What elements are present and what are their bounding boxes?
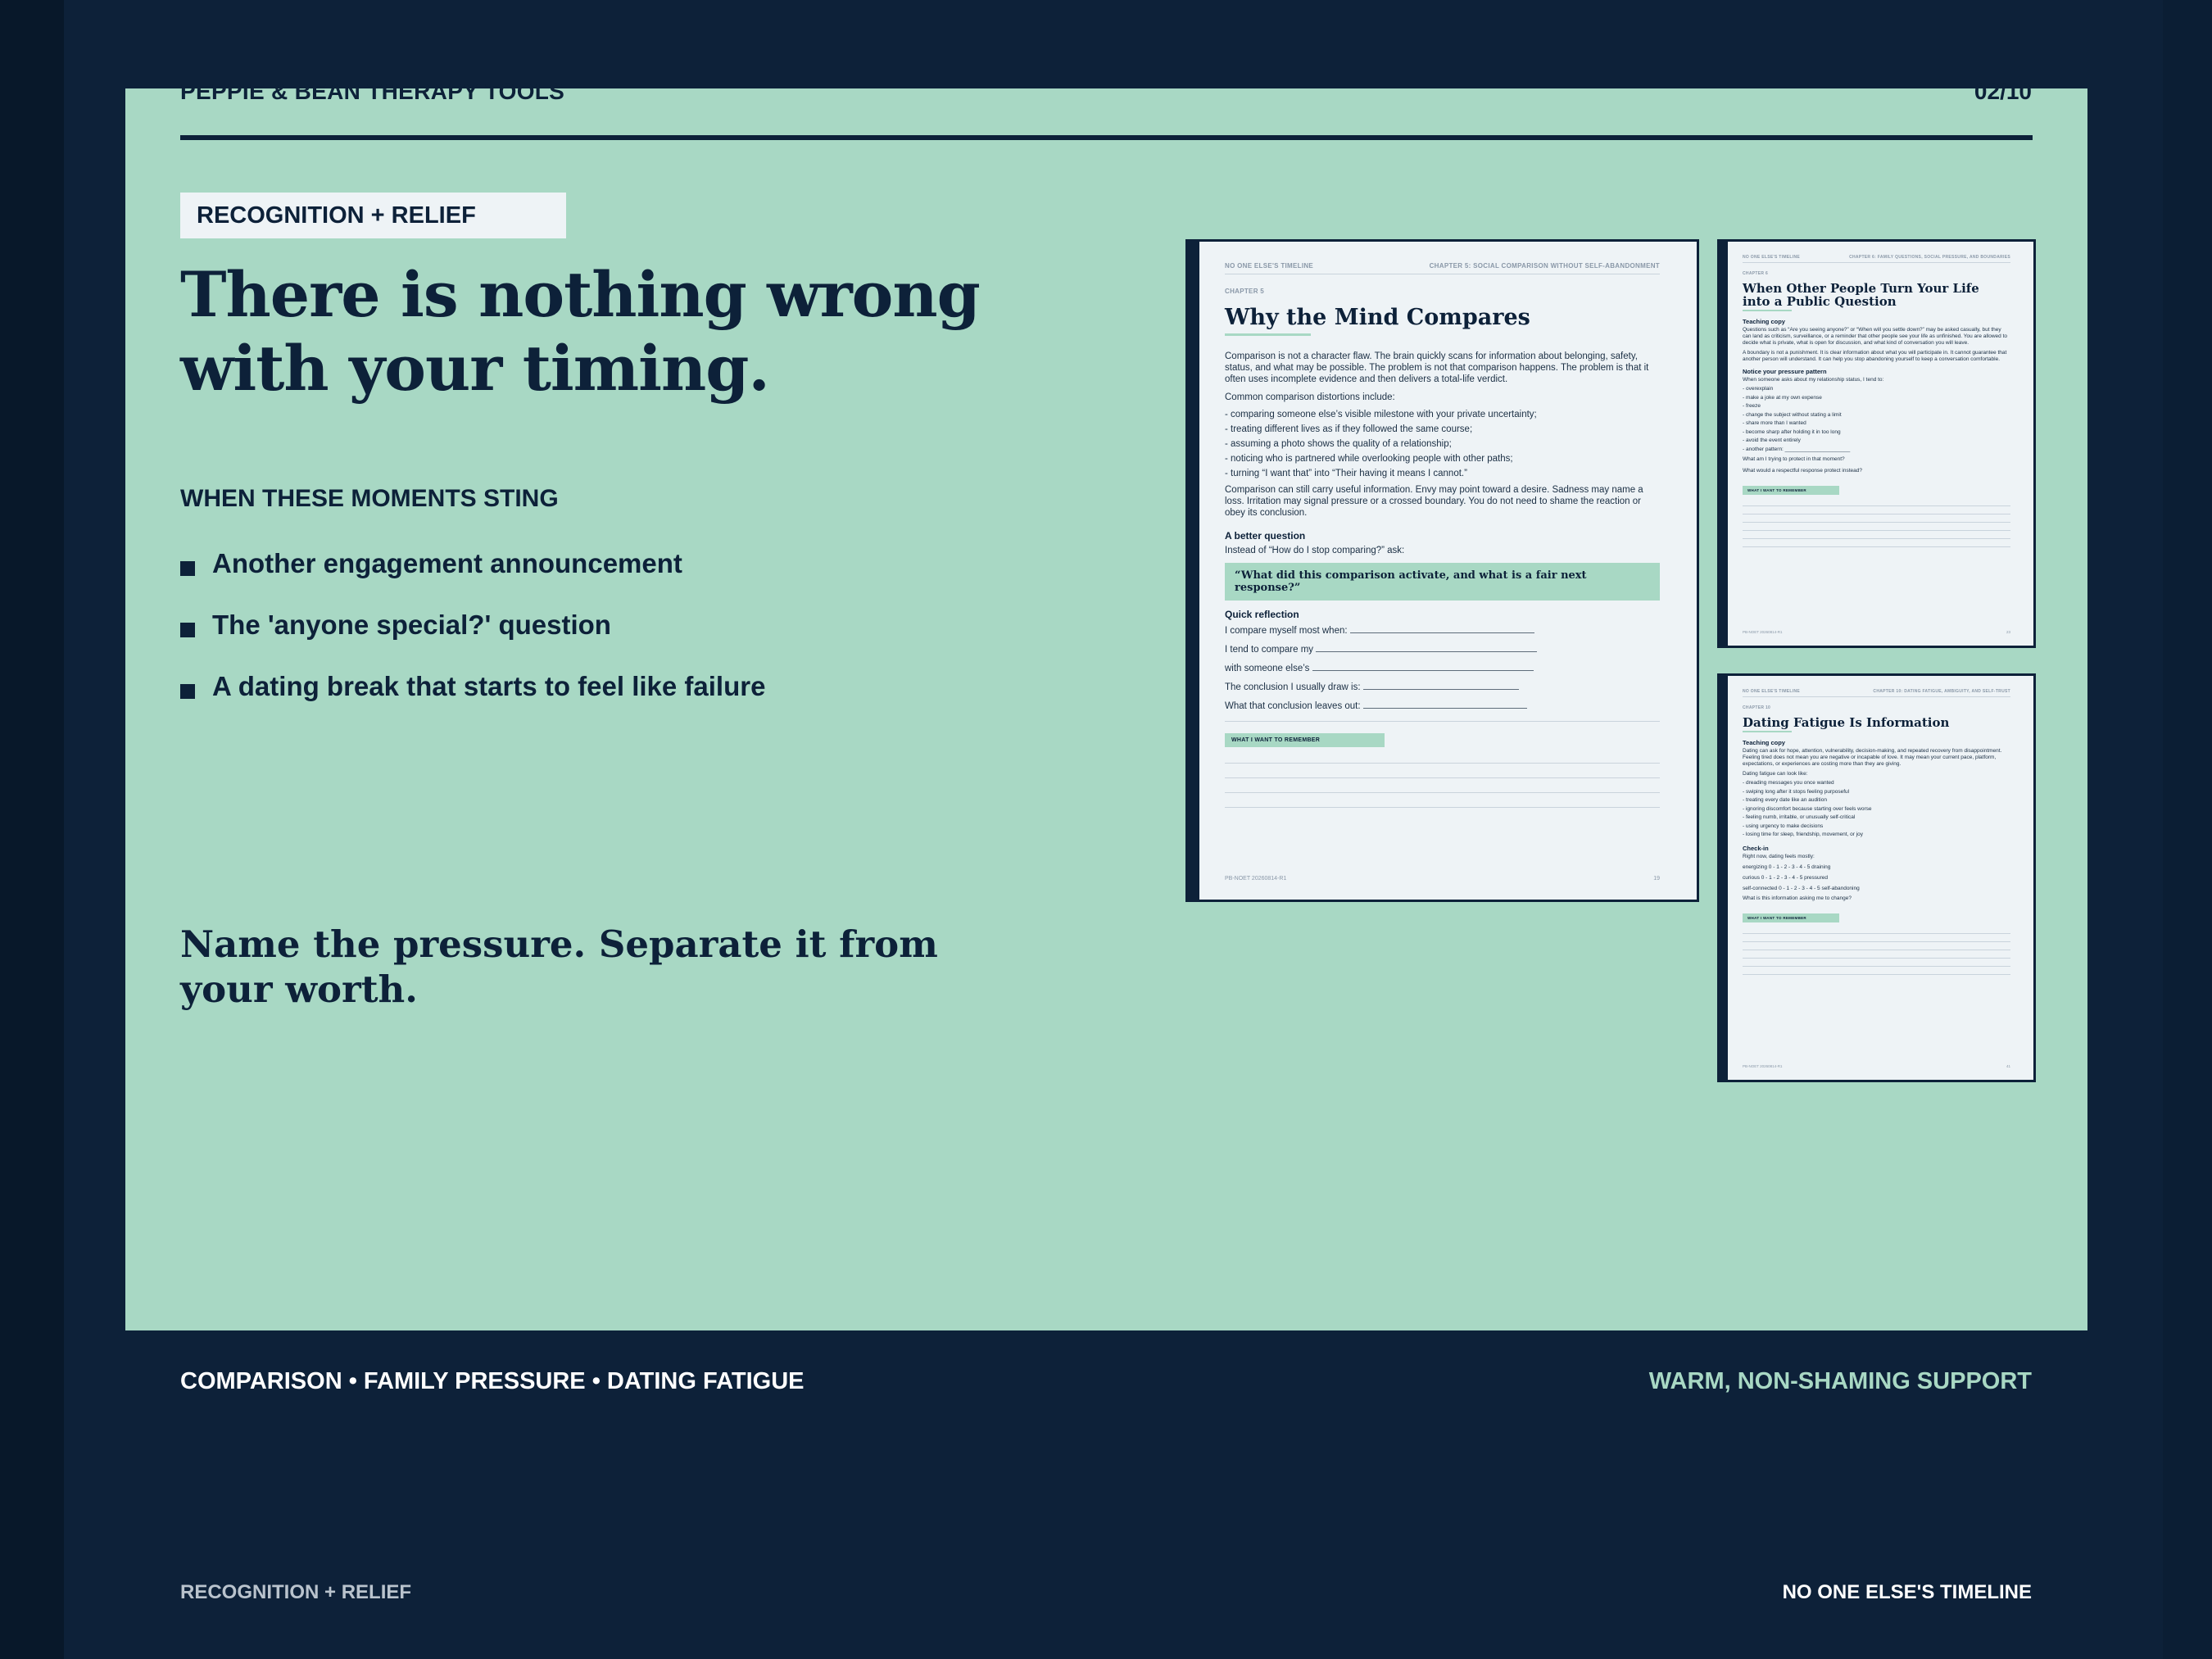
teaching-paragraph: A boundary is not a punishment. It is cl… (1743, 350, 2007, 362)
better-question-intro: Instead of “How do I stop comparing?” as… (1225, 546, 1405, 555)
document-header-right: CHAPTER 5: SOCIAL COMPARISON WITHOUT SEL… (1429, 262, 1660, 270)
better-question-heading: A better question (1225, 530, 1306, 542)
section-tag: RECOGNITION + RELIEF (180, 193, 566, 238)
moment-item: The 'anyone special?' question (180, 609, 765, 670)
title-underline (1225, 333, 1311, 336)
teaching-heading: Teaching copy (1743, 318, 1785, 325)
worksheet-preview-dating: NO ONE ELSE'S TIMELINE CHAPTER 10: DATIN… (1717, 673, 2036, 1082)
blank-line[interactable] (1349, 623, 1534, 633)
teaching-paragraph: Questions such as “Are you seeing anyone… (1743, 327, 2008, 346)
moments-list: Another engagement announcement The 'any… (180, 547, 765, 732)
note-line (1225, 749, 1660, 764)
blank-line[interactable] (1362, 699, 1527, 709)
blank-line[interactable] (1316, 642, 1538, 652)
reflection-prompt: What that conclusion leaves out: (1225, 697, 1660, 716)
reflection-question: What would a respectful response protect… (1743, 468, 1862, 474)
pattern-list: - overexplain - make a joke at my own ex… (1743, 386, 1851, 452)
moments-subheading: WHEN THESE MOMENTS STING (180, 485, 559, 512)
title-underline (1743, 731, 1792, 732)
distortion-item: - comparing someone else’s visible miles… (1225, 410, 1537, 419)
useful-paragraph: Comparison can still carry useful inform… (1225, 485, 1643, 518)
footer-series-label: NO ONE ELSE'S TIMELINE (1782, 1581, 2032, 1603)
distortion-item: - noticing who is partnered while overlo… (1225, 454, 1513, 464)
reflection-prompt: with someone else’s (1225, 660, 1660, 678)
document-spine (1720, 676, 1728, 1080)
footer-section-label: RECOGNITION + RELIEF (180, 1581, 412, 1603)
header-rule (180, 135, 2033, 140)
distortion-item: - turning “I want that” into “Their havi… (1225, 469, 1467, 478)
checkin-intro: Right now, dating feels mostly: (1743, 853, 1815, 859)
closing-statement: Name the pressure. Separate it from your… (180, 922, 938, 1011)
blank-line[interactable] (1312, 661, 1534, 671)
moment-text: A dating break that starts to feel like … (212, 671, 766, 701)
title-underline (1743, 310, 1792, 311)
checkin-scales: energizing 0 - 1 - 2 - 3 - 4 - 5 drainin… (1743, 863, 1860, 891)
document-title: Dating Fatigue Is Information (1743, 715, 1950, 730)
reflection-prompt: I tend to compare my (1225, 641, 1660, 660)
key-question-callout: “What did this comparison activate, and … (1225, 563, 1660, 601)
worksheet-preview-family: NO ONE ELSE'S TIMELINE CHAPTER 6: FAMILY… (1717, 239, 2036, 648)
divider (1225, 721, 1660, 722)
document-title: Why the Mind Compares (1225, 305, 1530, 330)
square-bullet-icon (180, 684, 195, 699)
themes-label: COMPARISON • FAMILY PRESSURE • DATING FA… (180, 1368, 805, 1394)
headline: There is nothing wrong with your timing. (180, 258, 981, 405)
brand-label: PEPPIE & BEAN THERAPY TOOLS (180, 79, 565, 104)
document-footer: PB-NOET 20260814-R1 23 (1743, 630, 2010, 634)
chapter-label: CHAPTER 10 (1743, 705, 1771, 710)
distortion-item: - assuming a photo shows the quality of … (1225, 439, 1452, 449)
moment-item: A dating break that starts to feel like … (180, 670, 765, 732)
notes-lines (1743, 498, 2010, 547)
square-bullet-icon (180, 561, 195, 576)
document-spine (1720, 242, 1728, 646)
note-line (1225, 764, 1660, 778)
pattern-heading: Notice your pressure pattern (1743, 368, 1827, 375)
document-footer: PB-NOET 20260814-R1 41 (1743, 1064, 2010, 1068)
note-line (1225, 793, 1660, 808)
fatigue-list: - dreading messages you once wanted - sw… (1743, 780, 1872, 837)
square-bullet-icon (180, 623, 195, 637)
distortions-intro: Common comparison distortions include: (1225, 392, 1395, 402)
pattern-intro: When someone asks about my relationship … (1743, 377, 1884, 383)
reflection-heading: Quick reflection (1225, 609, 1299, 620)
fatigue-intro: Dating fatigue can look like: (1743, 771, 1808, 777)
document-header-left: NO ONE ELSE'S TIMELINE (1225, 262, 1314, 270)
right-edge-strip (2163, 0, 2212, 1659)
chapter-label: CHAPTER 5 (1225, 288, 1265, 295)
remember-label: WHAT I WANT TO REMEMBER (1743, 913, 1839, 922)
left-edge-strip (0, 0, 64, 1659)
notes-lines (1743, 926, 2010, 975)
document-header: NO ONE ELSE'S TIMELINE CHAPTER 10: DATIN… (1743, 689, 2010, 697)
page-number: 02/10 (1974, 79, 2032, 104)
chapter-label: CHAPTER 6 (1743, 271, 1769, 276)
notes-lines (1225, 749, 1660, 808)
tone-label: WARM, NON-SHAMING SUPPORT (1648, 1368, 2032, 1394)
moment-text: The 'anyone special?' question (212, 610, 611, 640)
document-header: NO ONE ELSE'S TIMELINE CHAPTER 6: FAMILY… (1743, 255, 2010, 263)
document-header: NO ONE ELSE'S TIMELINE CHAPTER 5: SOCIAL… (1225, 262, 1660, 274)
moment-item: Another engagement announcement (180, 547, 765, 609)
document-intro: Comparison is not a character flaw. The … (1225, 351, 1649, 384)
worksheet-preview-main: NO ONE ELSE'S TIMELINE CHAPTER 5: SOCIAL… (1185, 239, 1699, 902)
reflection-prompts: I compare myself most when: I tend to co… (1225, 622, 1660, 716)
teaching-paragraph: Dating can ask for hope, attention, vuln… (1743, 748, 2002, 767)
teaching-heading: Teaching copy (1743, 739, 1785, 746)
reflection-question: What am I trying to protect in that mome… (1743, 456, 1845, 462)
moment-text: Another engagement announcement (212, 548, 682, 578)
document-footer: PB-NOET 20260814-R1 19 (1225, 876, 1660, 882)
reflection-prompt: The conclusion I usually draw is: (1225, 678, 1660, 697)
distortion-list: - comparing someone else’s visible miles… (1225, 407, 1660, 481)
note-line (1225, 778, 1660, 793)
document-title: When Other People Turn Your Life into a … (1743, 281, 1979, 309)
document-spine (1188, 242, 1199, 900)
checkin-heading: Check-in (1743, 844, 1769, 852)
distortion-item: - treating different lives as if they fo… (1225, 424, 1473, 434)
reflection-question: What is this information asking me to ch… (1743, 895, 1852, 901)
remember-label: WHAT I WANT TO REMEMBER (1743, 486, 1839, 495)
blank-line[interactable] (1362, 680, 1519, 690)
reflection-prompt: I compare myself most when: (1225, 622, 1660, 641)
remember-label: WHAT I WANT TO REMEMBER (1225, 733, 1385, 747)
